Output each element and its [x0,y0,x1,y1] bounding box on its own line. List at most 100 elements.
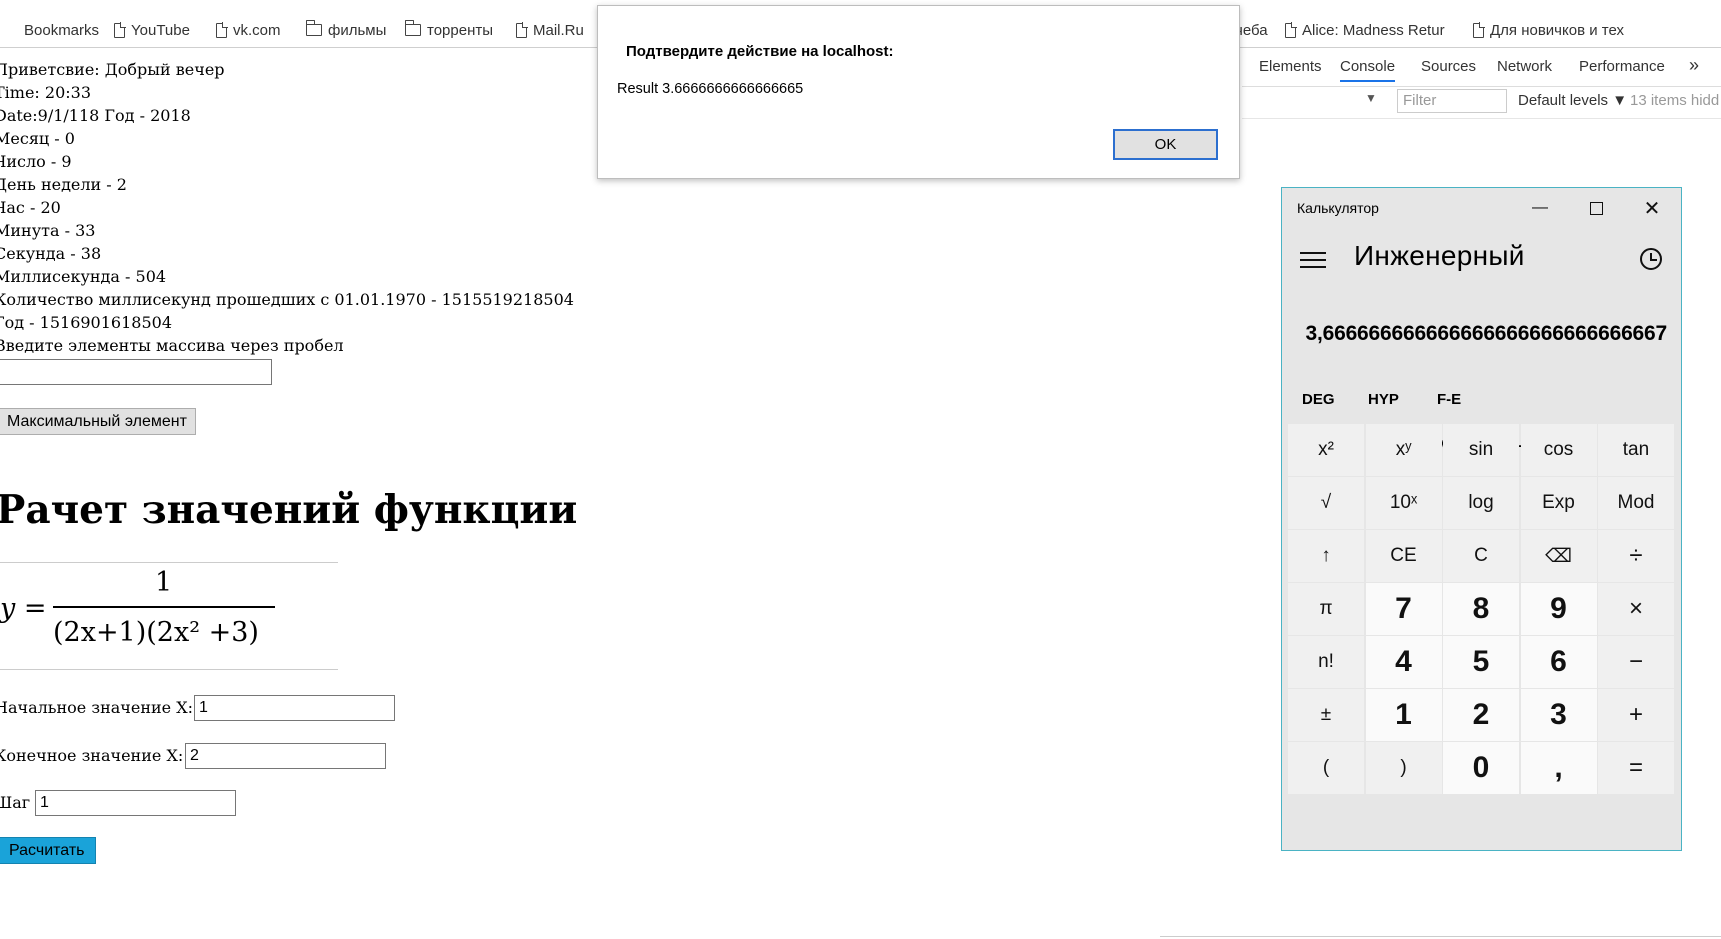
folder-icon [404,20,421,36]
key-0-3[interactable]: cos [1520,424,1597,476]
bookmark-label: Alice: Madness Retur [1302,21,1445,39]
key-4-0[interactable]: n! [1288,636,1364,688]
bookmark-folder-torrents[interactable]: торренты [404,19,494,41]
key-2-0[interactable]: ↑ [1288,530,1364,582]
key-5-2[interactable]: 2 [1443,689,1519,741]
key-3-4[interactable]: × [1598,583,1674,635]
start-x-input[interactable]: 1 [194,695,395,721]
key-5-1[interactable]: 1 [1365,689,1442,741]
key-1-4[interactable]: Mod [1598,477,1674,529]
key-0-2[interactable]: sin [1443,424,1519,476]
key-2-2[interactable]: C [1443,530,1519,582]
calculate-button[interactable]: Расчитать [0,837,96,864]
deg-toggle[interactable]: DEG [1302,391,1335,408]
time-text: Time: 20:33 [0,83,92,102]
key-2-1[interactable]: CE [1365,530,1442,582]
key-0-4[interactable]: tan [1598,424,1674,476]
hour-text: Час - 20 [0,198,61,217]
key-3-2[interactable]: 8 [1443,583,1519,635]
tab-console[interactable]: Console [1340,58,1396,82]
menu-icon[interactable] [1300,252,1326,268]
key-6-4[interactable]: = [1598,742,1674,794]
folder-icon [305,20,322,36]
date-text: Date:9/1/118 Год - 2018 [0,106,191,125]
key-1-1[interactable]: 10ˣ [1365,477,1442,529]
key-6-2[interactable]: 0 [1443,742,1519,794]
key-5-4[interactable]: + [1598,689,1674,741]
tab-elements[interactable]: Elements [1259,58,1322,75]
page-icon [216,21,228,38]
context-dropdown-icon[interactable]: ▼ [1365,91,1377,105]
maximize-icon[interactable] [1576,192,1616,224]
key-6-0[interactable]: ( [1288,742,1364,794]
weekday-text: День недели - 2 [0,175,127,194]
step-input[interactable]: 1 [35,790,236,816]
key-4-1[interactable]: 4 [1365,636,1442,688]
tab-sources[interactable]: Sources [1421,58,1476,75]
page-icon [1473,21,1485,38]
key-0-1[interactable]: xʸ [1365,424,1442,476]
close-icon[interactable]: ✕ [1632,192,1672,224]
page-heading: Рачет значений функции [0,487,578,533]
end-x-label: Конечное значение X: [0,746,184,765]
end-x-input[interactable]: 2 [185,743,386,769]
key-0-0[interactable]: x² [1288,424,1364,476]
console-toolbar: ▼ Filter Default levels ▼ 13 items hidd [1242,87,1721,119]
key-6-3[interactable]: , [1520,742,1597,794]
calculator-window: Калькулятор — ✕ Инженерный 3,66666666666… [1281,187,1682,851]
calculator-display: 3,666666666666666666666666666667 [1305,322,1668,345]
key-2-4[interactable]: ÷ [1598,530,1674,582]
bookmark-label: Для новичков и тех [1490,21,1624,39]
divider-top [0,562,338,563]
epoch-ms-text: Количество миллисекунд прошедших с 01.01… [0,290,574,309]
fe-toggle[interactable]: F-E [1437,391,1461,408]
page-icon [516,21,528,38]
devtools-bottom-divider [1160,936,1721,937]
max-element-button[interactable]: Максимальный элемент [0,408,196,435]
array-input[interactable] [0,359,272,385]
bookmark-label: торренты [427,21,494,39]
console-filter-input[interactable]: Filter [1397,89,1507,113]
dialog-ok-button[interactable]: OK [1113,129,1218,160]
tab-performance[interactable]: Performance [1579,58,1665,75]
year-text: Год - 1516901618504 [0,313,172,332]
key-2-3[interactable]: ⌫ [1520,530,1597,582]
key-1-0[interactable]: √ [1288,477,1364,529]
more-tabs-icon[interactable]: » [1689,55,1699,76]
bookmark-youtube[interactable]: YouTube [114,19,190,41]
key-3-1[interactable]: 7 [1365,583,1442,635]
formula-numerator: 1 [155,567,173,598]
history-icon[interactable] [1640,248,1662,270]
minute-text: Минута - 33 [0,221,96,240]
formula-lhs: y = [0,593,47,624]
key-3-0[interactable]: π [1288,583,1364,635]
tab-network[interactable]: Network [1497,58,1552,75]
second-text: Секунда - 38 [0,244,102,263]
key-6-1[interactable]: ) [1365,742,1442,794]
bookmark-folder-films[interactable]: фильмы [305,19,386,41]
key-5-3[interactable]: 3 [1520,689,1597,741]
dialog-title: Подтвердите действие на localhost: [626,43,894,60]
minimize-icon[interactable]: — [1520,192,1560,224]
key-4-2[interactable]: 5 [1443,636,1519,688]
bookmark-vk[interactable]: vk.com [216,19,281,41]
bookmark-novice[interactable]: Для новичков и тех [1473,19,1624,41]
bookmark-label: vk.com [233,21,281,39]
page-icon [114,21,126,38]
hyp-toggle[interactable]: HYP [1368,391,1399,408]
key-5-0[interactable]: ± [1288,689,1364,741]
key-4-4[interactable]: − [1598,636,1674,688]
default-levels-dropdown[interactable]: Default levels ▼ [1518,92,1627,109]
bookmark-mailru[interactable]: Mail.Ru [516,19,584,41]
bookmark-bookmarks[interactable]: Bookmarks [24,19,99,41]
day-text: Число - 9 [0,152,72,171]
bookmark-label: Bookmarks [24,21,100,39]
calculator-title: Калькулятор [1297,200,1379,216]
bookmark-alice[interactable]: Alice: Madness Retur [1285,19,1445,41]
array-prompt: Введите элементы массива через пробел [0,336,344,355]
key-1-2[interactable]: log [1443,477,1519,529]
key-4-3[interactable]: 6 [1520,636,1597,688]
formula-denominator: (2x+1)(2x² +3) [53,617,259,648]
key-3-3[interactable]: 9 [1520,583,1597,635]
key-1-3[interactable]: Exp [1520,477,1597,529]
